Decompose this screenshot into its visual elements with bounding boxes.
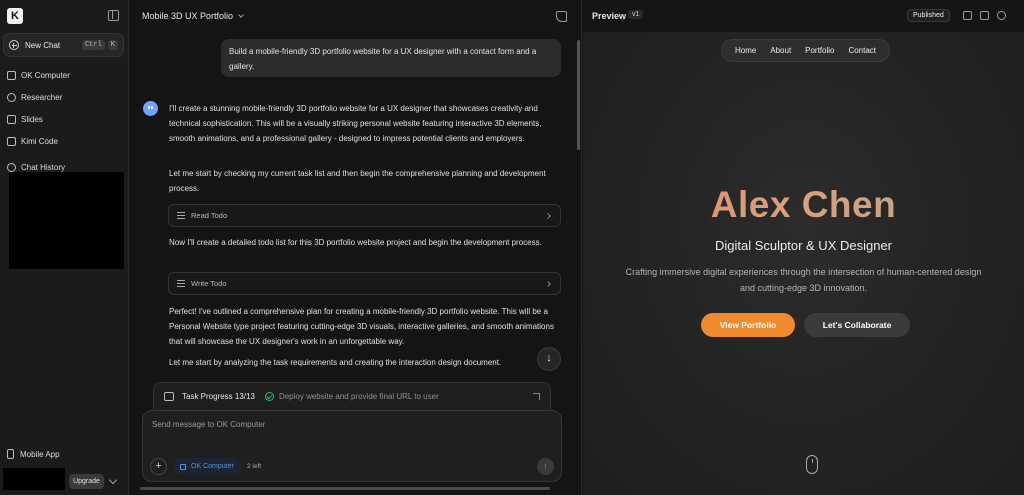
shortcut-keys: Ctrl K [79, 40, 118, 50]
view-portfolio-button[interactable]: View Portfolio [701, 313, 795, 337]
published-button[interactable]: Published [907, 9, 950, 22]
hero-title: Digital Sculptor & UX Designer [714, 238, 893, 253]
computer-icon [164, 392, 174, 401]
ctrl-key: Ctrl [81, 40, 105, 50]
research-icon [7, 93, 16, 102]
fullscreen-icon[interactable] [963, 11, 972, 20]
nav-link-portfolio[interactable]: Portfolio [805, 46, 834, 55]
sidebar-item-label: Slides [21, 115, 43, 124]
assistant-paragraph: Now I'll create a detailed todo list for… [169, 238, 542, 247]
sidebar-item-label: Kimi Code [21, 137, 58, 146]
add-attachment-button[interactable]: + [150, 458, 167, 475]
sidebar-item-slides[interactable]: Slides [7, 115, 43, 124]
new-chat-button[interactable]: New Chat Ctrl K [3, 33, 124, 57]
horizontal-scrollbar[interactable] [140, 487, 550, 490]
website-preview: Home About Portfolio Contact Alex Chen D… [583, 32, 1024, 495]
assistant-avatar [143, 101, 158, 116]
assistant-paragraph: Perfect! I've outlined a comprehensive p… [169, 307, 554, 346]
nav-link-contact[interactable]: Contact [848, 46, 876, 55]
check-circle-icon [264, 392, 274, 401]
chat-title[interactable]: Mobile 3D UX Portfolio [142, 11, 244, 21]
preview-label: Preview [592, 11, 627, 21]
plus-circle-icon [9, 40, 19, 50]
open-external-icon[interactable] [980, 11, 989, 20]
computer-icon [180, 463, 186, 470]
sidebar-item-ok-computer[interactable]: OK Computer [7, 71, 70, 80]
tool-call-label: Read Todo [191, 211, 228, 220]
task-progress-label: Task Progress 13/13 [182, 392, 255, 401]
expand-icon[interactable] [533, 393, 540, 400]
upgrade-button[interactable]: Upgrade [69, 474, 104, 489]
phone-icon [7, 449, 14, 459]
assistant-paragraph: Let me start by checking my current task… [169, 169, 546, 193]
chevron-down-icon [238, 12, 244, 18]
tool-call-read-todo[interactable]: Read Todo [168, 204, 561, 227]
agent-chip-label: OK Computer [191, 463, 234, 470]
chat-panel: Mobile 3D UX Portfolio Build a mobile-fr… [130, 0, 582, 495]
list-icon [177, 280, 185, 287]
chevron-down-icon[interactable] [108, 475, 118, 485]
computer-icon [7, 71, 16, 80]
scroll-to-bottom-button[interactable]: ↓ [537, 347, 561, 371]
kimi-logo[interactable]: K [7, 8, 23, 24]
close-icon[interactable] [1014, 11, 1016, 20]
sidebar-item-researcher[interactable]: Researcher [7, 93, 62, 102]
version-selector[interactable]: v1 [628, 10, 644, 19]
task-progress-bar[interactable]: Task Progress 13/13 Deploy website and p… [153, 382, 551, 410]
slides-icon [7, 115, 16, 124]
chevron-right-icon [545, 213, 551, 219]
tool-call-label: Write Todo [191, 279, 227, 288]
user-message: Build a mobile-friendly 3D portfolio web… [221, 39, 561, 77]
remaining-count: 2 left [247, 463, 262, 470]
list-icon [177, 212, 185, 219]
code-icon [7, 137, 16, 146]
sidebar: K New Chat Ctrl K OK Computer Researcher… [0, 0, 129, 495]
agent-selector-chip[interactable]: OK Computer [173, 458, 241, 475]
hero-description: Crafting immersive digital experiences t… [625, 267, 982, 293]
chat-title-text: Mobile 3D UX Portfolio [142, 11, 234, 21]
share-icon[interactable] [556, 11, 567, 22]
preview-header: Preview v1 Published [582, 0, 1024, 32]
sidebar-item-chat-history[interactable]: Chat History [7, 163, 65, 172]
collaborate-button[interactable]: Let's Collaborate [804, 313, 910, 337]
nav-link-about[interactable]: About [770, 46, 791, 55]
chat-history-list-redacted [9, 172, 124, 269]
user-profile-redacted[interactable] [3, 468, 65, 490]
site-navbar: Home About Portfolio Contact [721, 39, 890, 62]
sidebar-item-label: Chat History [21, 163, 66, 172]
new-chat-label: New Chat [25, 40, 61, 50]
tool-call-write-todo[interactable]: Write Todo [168, 272, 561, 295]
sidebar-collapse-icon[interactable] [108, 10, 119, 21]
chat-scrollbar[interactable] [577, 40, 580, 150]
sidebar-item-label: Researcher [21, 93, 63, 102]
message-input-box[interactable]: Send message to OK Computer + OK Compute… [142, 410, 562, 482]
sidebar-item-label: OK Computer [21, 71, 70, 80]
nav-link-home[interactable]: Home [735, 46, 756, 55]
assistant-paragraph: I'll create a stunning mobile-friendly 3… [169, 104, 542, 143]
k-key: K [107, 40, 118, 50]
scroll-mouse-icon [806, 455, 818, 474]
message-input[interactable]: Send message to OK Computer [152, 420, 265, 429]
mobile-app-label: Mobile App [20, 449, 60, 459]
mobile-app-link[interactable]: Mobile App [7, 449, 60, 459]
history-icon [7, 163, 16, 172]
chevron-right-icon [545, 281, 551, 287]
sidebar-item-kimi-code[interactable]: Kimi Code [7, 137, 58, 146]
hero-name: Alex Chen [583, 184, 1024, 226]
send-button[interactable]: ↑ [537, 458, 554, 475]
refresh-icon[interactable] [997, 11, 1006, 20]
task-progress-status: Deploy website and provide final URL to … [278, 392, 439, 401]
assistant-paragraph: Let me start by analyzing the task requi… [169, 358, 502, 367]
